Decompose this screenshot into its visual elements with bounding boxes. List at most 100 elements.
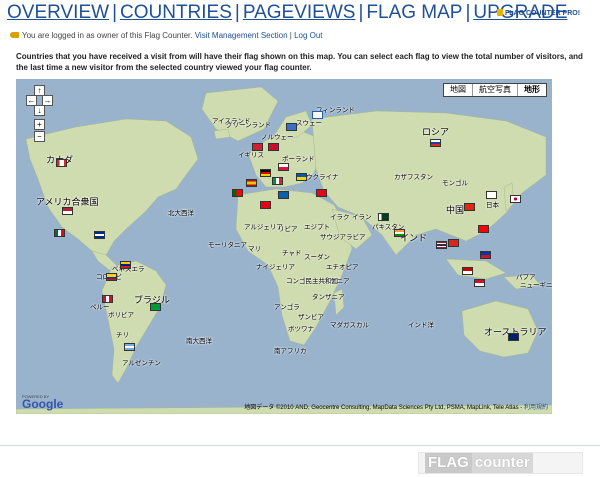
- flag-taiwan-icon[interactable]: [478, 225, 489, 233]
- flag-greece-icon[interactable]: [278, 191, 289, 199]
- visit-management-link[interactable]: Visit Management Section: [195, 31, 288, 40]
- flag-vietnam-icon[interactable]: [448, 239, 459, 247]
- flag-japan-icon[interactable]: [510, 195, 521, 203]
- label-nigeria: ナイジェリア: [256, 264, 295, 271]
- label-chile: チリ: [116, 332, 129, 339]
- label-north-atlantic: 北大西洋: [168, 210, 194, 217]
- label-bolivia: ボリビア: [108, 312, 134, 319]
- label-chad: チャド: [282, 250, 302, 257]
- google-text: Google: [22, 397, 64, 411]
- label-egypt: エジプト: [304, 224, 330, 231]
- map-copyright: 地図データ ©2010 AND, Geocentre Consulting, M…: [244, 402, 548, 411]
- label-iraq: イラク: [330, 214, 350, 221]
- top-nav: OVERVIEW | COUNTRIES | PAGEVIEWS | FLAG MAP | UP…: [7, 2, 567, 26]
- login-status: You are logged in as owner of this Flag …: [10, 31, 323, 40]
- label-ethiopia: エチオピア: [326, 264, 359, 271]
- label-madagascar: マダガスカル: [330, 322, 369, 329]
- google-logo[interactable]: POWERED BY Google: [22, 394, 63, 411]
- flag-tunisia-icon[interactable]: [260, 201, 271, 209]
- flag-map[interactable]: 地図 航空写真 地形 ↑ ← → ↓ + − グリーンランド フィンランド アイ…: [16, 79, 552, 414]
- label-south-atlantic: 南大西洋: [186, 338, 212, 345]
- flag-counter-logo[interactable]: FLAG counter: [418, 452, 583, 474]
- flag-colombia-icon[interactable]: [106, 273, 117, 281]
- login-separator: |: [289, 31, 292, 40]
- label-zambia: ザンビア: [298, 314, 324, 321]
- map-type-control: 地図 航空写真 地形: [443, 83, 547, 97]
- flag-ukraine-icon[interactable]: [296, 173, 307, 181]
- pro-label: FLAG COUNTER PRO!: [505, 10, 581, 17]
- flag-cuba-icon[interactable]: [94, 231, 105, 239]
- label-iran: イラン: [352, 214, 372, 221]
- flag-poland-icon[interactable]: [278, 163, 289, 171]
- nav-flagmap-current: FLAG MAP: [366, 2, 463, 23]
- terms-link[interactable]: 利用規約: [524, 405, 548, 411]
- flag-usa-icon[interactable]: [62, 207, 73, 215]
- label-russia: ロシア: [422, 127, 450, 137]
- label-indian-ocean: インド洋: [408, 322, 434, 329]
- flag-turkey-icon[interactable]: [316, 189, 327, 197]
- logo-flag-text: FLAG: [425, 453, 472, 473]
- label-botswana: ボツワナ: [288, 326, 314, 333]
- lock-icon: [497, 9, 503, 16]
- label-angola: アンゴラ: [274, 304, 300, 311]
- flag-canada-icon[interactable]: [56, 159, 67, 167]
- label-argentina: アルゼンチン: [122, 360, 161, 367]
- nav-separator: |: [112, 2, 117, 23]
- map-type-satellite-button[interactable]: 航空写真: [472, 84, 517, 96]
- logout-link[interactable]: Log Out: [294, 31, 322, 40]
- login-text: You are logged in as owner of this Flag …: [22, 31, 193, 40]
- flag-russia-icon[interactable]: [430, 139, 441, 147]
- page: { "nav": { "overview": "OVERVIEW", "coun…: [0, 0, 600, 477]
- pan-down-icon[interactable]: ↓: [34, 105, 45, 116]
- label-south-africa: 南アフリカ: [274, 348, 307, 355]
- nav-separator: |: [358, 2, 364, 23]
- label-saudi: サウジアラビア: [320, 234, 366, 241]
- label-libya: リビア: [278, 226, 298, 233]
- label-new-guinea: ニューギニ: [520, 282, 552, 289]
- flag-peru-icon[interactable]: [102, 295, 113, 303]
- label-iceland: アイスランド: [212, 118, 251, 125]
- flag-venezuela-icon[interactable]: [120, 261, 131, 269]
- flag-germany-icon[interactable]: [260, 169, 271, 177]
- label-mauritania: モーリタニア: [208, 242, 247, 249]
- copyright-text: 地図データ ©2010 AND, Geocentre Consulting, M…: [244, 405, 523, 411]
- flag-argentina-icon[interactable]: [124, 343, 135, 351]
- flag-india-icon[interactable]: [394, 229, 405, 237]
- footer-divider: [0, 445, 600, 446]
- flag-brazil-icon[interactable]: [150, 303, 161, 311]
- flag-pakistan-icon[interactable]: [378, 213, 389, 221]
- flag-indonesia-icon[interactable]: [474, 279, 485, 287]
- zoom-in-button[interactable]: +: [34, 119, 45, 130]
- map-type-terrain-button[interactable]: 地形: [517, 84, 546, 96]
- flag-china-icon[interactable]: [464, 203, 475, 211]
- flag-korea-icon[interactable]: [486, 191, 497, 199]
- label-japan: 日本: [486, 202, 499, 209]
- flag-finland-icon[interactable]: [312, 111, 323, 119]
- nav-separator: |: [234, 2, 240, 23]
- key-icon: [10, 32, 19, 38]
- label-china: 中国: [446, 205, 465, 215]
- flag-australia-icon[interactable]: [508, 333, 519, 341]
- label-norway: ノルウェー: [261, 134, 294, 141]
- flag-mexico-icon[interactable]: [54, 229, 65, 237]
- nav-overview-link[interactable]: OVERVIEW: [7, 2, 109, 23]
- zoom-out-button[interactable]: −: [34, 131, 45, 142]
- flag-spain-icon[interactable]: [246, 179, 257, 187]
- label-mongolia: モンゴル: [442, 180, 468, 187]
- flag-thailand-icon[interactable]: [436, 241, 447, 249]
- nav-pageviews-link[interactable]: PAGEVIEWS: [243, 2, 356, 23]
- flag-malaysia-icon[interactable]: [462, 267, 473, 275]
- label-tanzania: タンザニア: [312, 294, 345, 301]
- map-type-map-button[interactable]: 地図: [444, 84, 472, 96]
- nav-countries-link[interactable]: COUNTRIES: [120, 2, 232, 23]
- flag-counter-pro-link[interactable]: FLAG COUNTER PRO!: [497, 9, 580, 17]
- flag-philippines-icon[interactable]: [480, 251, 491, 259]
- logo-counter-text: counter: [471, 453, 533, 473]
- flag-italy-icon[interactable]: [272, 177, 283, 185]
- flag-norway-icon[interactable]: [268, 143, 279, 151]
- flag-portugal-icon[interactable]: [232, 189, 243, 197]
- label-sudan: スーダン: [304, 254, 330, 261]
- label-kazakhstan: カザフスタン: [394, 174, 433, 181]
- flag-uk-icon[interactable]: [252, 143, 263, 151]
- flag-sweden-icon[interactable]: [286, 123, 297, 131]
